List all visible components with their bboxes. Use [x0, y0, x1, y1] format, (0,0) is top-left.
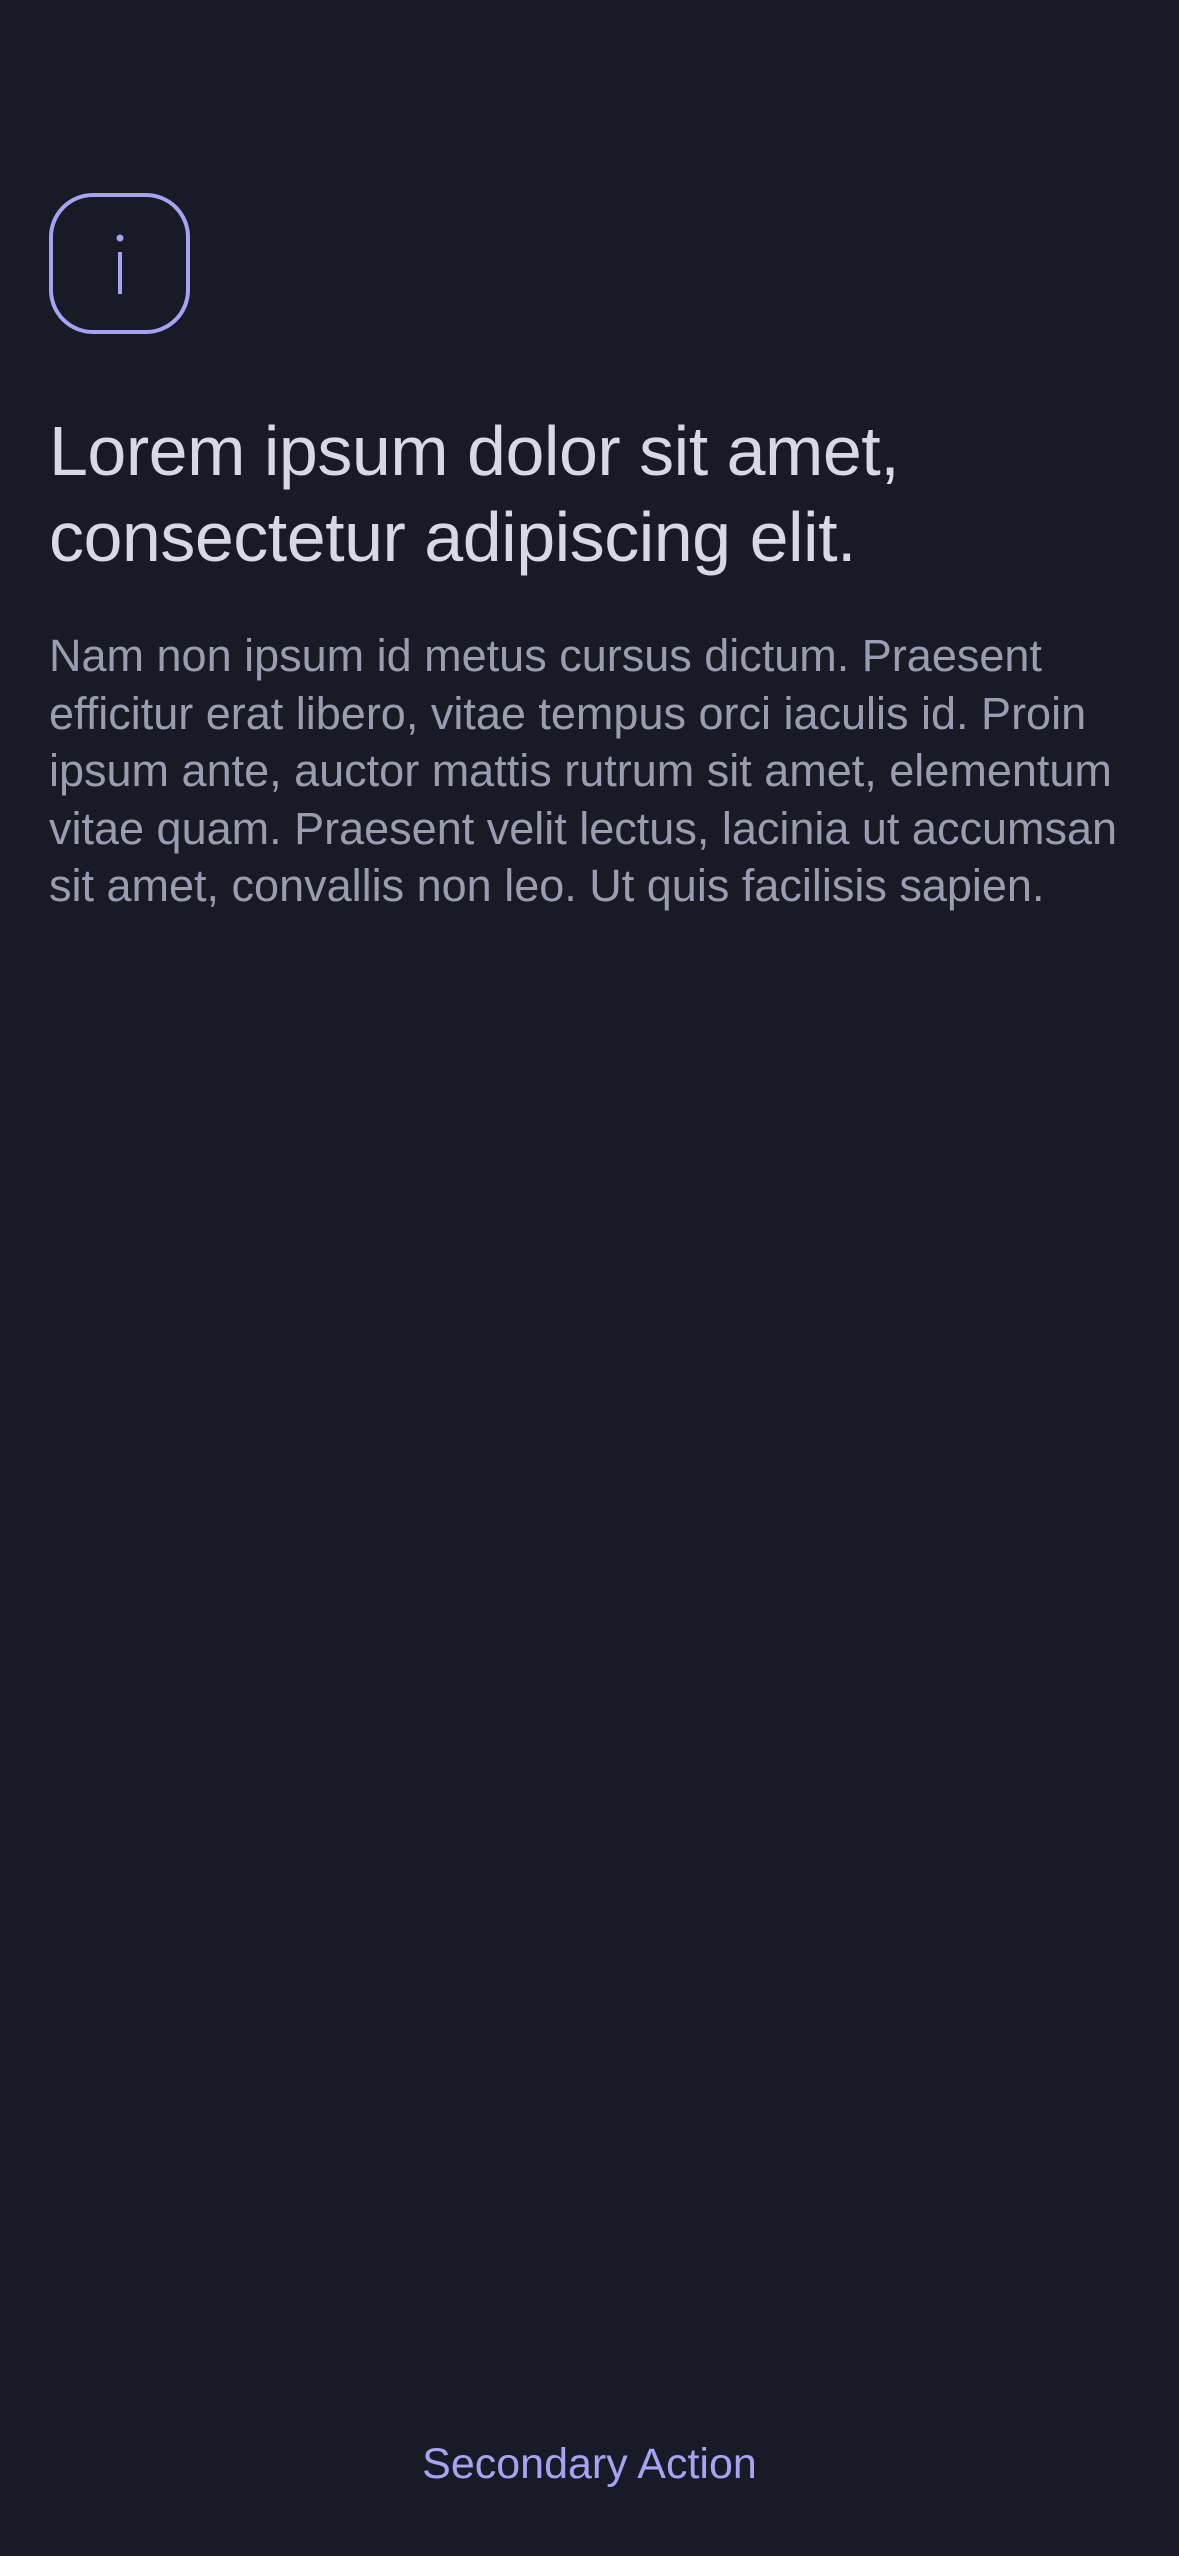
info-icon [49, 193, 190, 334]
secondary-action-button[interactable]: Secondary Action [0, 2432, 1179, 2496]
page-title: Lorem ipsum dolor sit amet, consectetur … [49, 412, 900, 576]
info-glyph [116, 234, 123, 294]
body-text: Nam non ipsum id metus cursus dictum. Pr… [49, 630, 1118, 911]
screen: Lorem ipsum dolor sit amet, consectetur … [0, 0, 1179, 2556]
